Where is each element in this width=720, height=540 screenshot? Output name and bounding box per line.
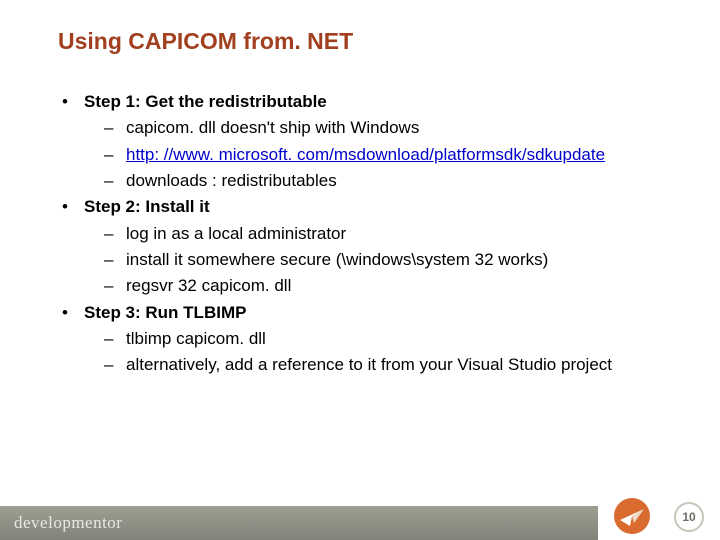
list-item: downloads : redistributables	[104, 168, 690, 194]
list-item: tlbimp capicom. dll	[104, 326, 690, 352]
footer: developmentor 10	[0, 498, 720, 540]
list-item: http: //www. microsoft. com/msdownload/p…	[104, 142, 690, 168]
link[interactable]: http: //www. microsoft. com/msdownload/p…	[126, 145, 605, 164]
step-label: Step 3: Run TLBIMP	[84, 303, 246, 322]
footer-bar: developmentor	[0, 506, 598, 540]
bullet-list: Step 1: Get the redistributable capicom.…	[58, 89, 690, 379]
step-3: Step 3: Run TLBIMP tlbimp capicom. dll a…	[58, 300, 690, 379]
sub-list: capicom. dll doesn't ship with Windows h…	[84, 115, 690, 194]
list-item: log in as a local administrator	[104, 221, 690, 247]
list-text: log in as a local administrator	[126, 224, 346, 243]
slide-body: Step 1: Get the redistributable capicom.…	[58, 89, 690, 379]
list-text: install it somewhere secure (\windows\sy…	[126, 250, 548, 269]
step-2: Step 2: Install it log in as a local adm…	[58, 194, 690, 299]
list-text: tlbimp capicom. dll	[126, 329, 266, 348]
list-text: capicom. dll doesn't ship with Windows	[126, 118, 419, 137]
list-item: install it somewhere secure (\windows\sy…	[104, 247, 690, 273]
step-1: Step 1: Get the redistributable capicom.…	[58, 89, 690, 194]
list-item: alternatively, add a reference to it fro…	[104, 352, 690, 378]
sub-list: log in as a local administrator install …	[84, 221, 690, 300]
slide: Using CAPICOM from. NET Step 1: Get the …	[0, 0, 720, 540]
brand-logo: developmentor	[14, 513, 122, 533]
page-number: 10	[674, 502, 704, 532]
slide-title: Using CAPICOM from. NET	[58, 28, 690, 55]
list-text: alternatively, add a reference to it fro…	[126, 355, 612, 374]
list-item: capicom. dll doesn't ship with Windows	[104, 115, 690, 141]
list-text: downloads : redistributables	[126, 171, 337, 190]
paper-plane-icon	[612, 496, 652, 536]
list-text: regsvr 32 capicom. dll	[126, 276, 291, 295]
step-label: Step 2: Install it	[84, 197, 210, 216]
list-item: regsvr 32 capicom. dll	[104, 273, 690, 299]
step-label: Step 1: Get the redistributable	[84, 92, 327, 111]
sub-list: tlbimp capicom. dll alternatively, add a…	[84, 326, 690, 379]
